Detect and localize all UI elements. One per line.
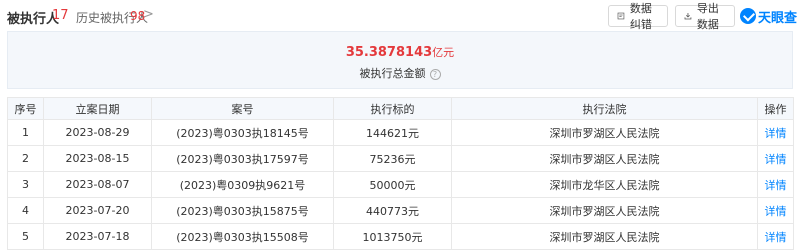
column-header-amount: 执行标的 [333,97,452,120]
table-row: 5 2023-07-18 (2023)粤0303执15508号 1013750元… [7,223,794,250]
logo-text: 天眼查 [758,10,798,26]
section-header: 被执行人 17 历史被执行人 98 > 数据纠错 导出数据 天眼查 [0,0,800,31]
row-date: 2023-07-18 [43,223,152,250]
row-index: 4 [7,197,44,224]
row-date: 2023-07-20 [43,197,152,224]
row-index: 3 [7,171,44,198]
logo-check-icon [740,8,756,24]
column-header-date: 立案日期 [43,97,152,120]
total-amount-value: 35.3878143 [345,45,433,60]
total-amount-panel: 35.3878143亿元 被执行总金额? [7,31,793,89]
help-icon[interactable]: ? [429,69,441,80]
row-date: 2023-08-29 [43,119,152,146]
row-amount: 1013750元 [333,223,452,250]
row-case-no: (2023)粤0303执17597号 [151,145,334,172]
row-index: 1 [7,119,44,146]
row-court: 深圳市罗湖区人民法院 [451,119,758,146]
tianyancha-logo: 天眼查 [740,6,797,26]
row-amount: 144621元 [333,119,452,146]
column-header-action: 操作 [757,97,794,120]
row-court: 深圳市罗湖区人民法院 [451,145,758,172]
row-index: 5 [7,223,44,250]
row-case-no: (2023)粤0309执9621号 [151,171,334,198]
detail-link[interactable]: 详情 [757,171,794,198]
edit-document-icon [617,12,625,20]
table-row: 1 2023-08-29 (2023)粤0303执18145号 144621元 … [7,119,794,146]
detail-link[interactable]: 详情 [757,145,794,172]
table-row: 2 2023-08-15 (2023)粤0303执17597号 75236元 深… [7,145,794,172]
row-amount: 50000元 [333,171,452,198]
column-header-index: 序号 [7,97,44,120]
enforcement-table: 序号 立案日期 案号 执行标的 执行法院 操作 1 2023-08-29 (20… [7,97,794,250]
row-date: 2023-08-07 [43,171,152,198]
total-amount-label: 被执行总金额 [359,67,426,80]
report-error-button[interactable]: 数据纠错 [608,2,668,31]
download-icon [684,13,692,20]
table-row: 3 2023-08-07 (2023)粤0309执9621号 50000元 深圳… [7,171,794,198]
row-case-no: (2023)粤0303执15875号 [151,197,334,224]
export-data-button[interactable]: 导出数据 [675,2,735,31]
total-amount-unit: 亿元 [432,46,455,59]
detail-link[interactable]: 详情 [757,119,794,146]
detail-link[interactable]: 详情 [757,223,794,250]
table-row: 4 2023-07-20 (2023)粤0303执15875号 440773元 … [7,197,794,224]
section-count: 17 [52,8,69,23]
table-header-row: 序号 立案日期 案号 执行标的 执行法院 操作 [7,97,794,120]
export-data-label: 导出数据 [696,2,719,31]
row-date: 2023-08-15 [43,145,152,172]
column-header-court: 执行法院 [451,97,758,120]
row-index: 2 [7,145,44,172]
chevron-right-icon[interactable]: > [143,7,154,22]
column-header-case-no: 案号 [151,97,334,120]
total-amount-label-row: 被执行总金额? [8,65,792,81]
detail-link[interactable]: 详情 [757,197,794,224]
total-amount: 35.3878143亿元 [8,44,792,60]
row-court: 深圳市龙华区人民法院 [451,171,758,198]
row-amount: 440773元 [333,197,452,224]
row-amount: 75236元 [333,145,452,172]
row-case-no: (2023)粤0303执15508号 [151,223,334,250]
row-case-no: (2023)粤0303执18145号 [151,119,334,146]
row-court: 深圳市罗湖区人民法院 [451,223,758,250]
row-court: 深圳市罗湖区人民法院 [451,197,758,224]
report-error-label: 数据纠错 [629,2,652,31]
